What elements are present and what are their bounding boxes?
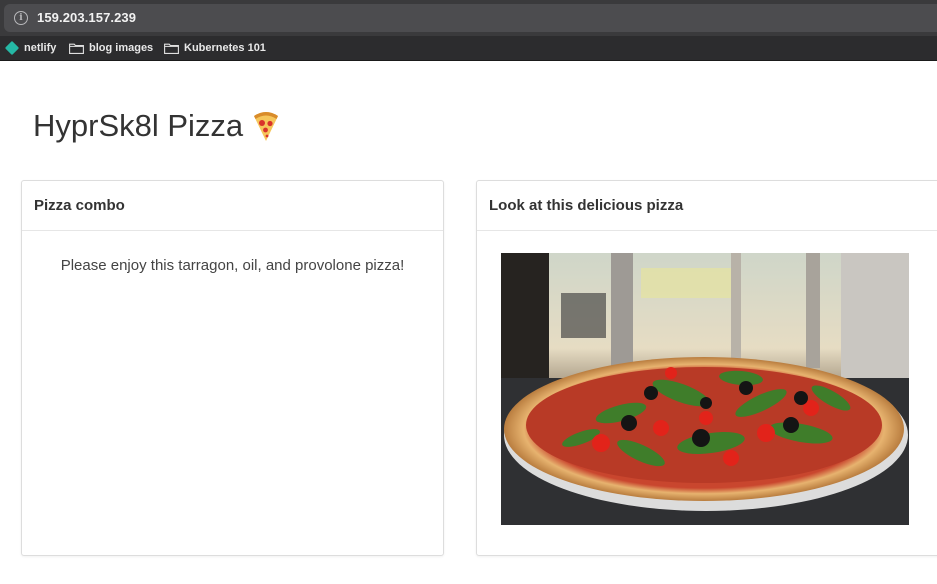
url-text[interactable]: 159.203.157.239	[37, 10, 136, 25]
card-header: Pizza combo	[22, 181, 443, 231]
card-header: Look at this delicious pizza	[477, 181, 937, 231]
bookmarks-bar: netlify blog images Kubernetes 101	[0, 36, 937, 61]
url-field[interactable]: i 159.203.157.239	[4, 4, 937, 32]
bookmark-folder-blog-images[interactable]: blog images	[69, 40, 153, 56]
folder-icon	[164, 43, 179, 54]
pizza-photo	[501, 253, 909, 525]
bookmark-folder-kubernetes-101[interactable]: Kubernetes 101	[164, 40, 266, 56]
netlify-diamond-icon	[4, 40, 20, 56]
pizza-combo-text: Please enjoy this tarragon, oil, and pro…	[60, 257, 405, 274]
bookmark-label: Kubernetes 101	[184, 42, 266, 54]
bookmark-label: netlify	[24, 42, 57, 54]
page-title: HyprSk8l Pizza	[33, 108, 281, 144]
browser-address-bar: i 159.203.157.239	[0, 0, 937, 36]
bookmark-netlify[interactable]: netlify	[4, 40, 57, 56]
pizza-photo-card: Look at this delicious pizza	[476, 180, 937, 556]
folder-icon	[69, 43, 84, 54]
info-icon[interactable]: i	[14, 11, 28, 25]
pizza-icon	[251, 110, 281, 142]
bookmark-label: blog images	[89, 42, 154, 54]
pizza-combo-card: Pizza combo Please enjoy this tarragon, …	[21, 180, 444, 556]
page-title-text: HyprSk8l Pizza	[33, 108, 244, 143]
